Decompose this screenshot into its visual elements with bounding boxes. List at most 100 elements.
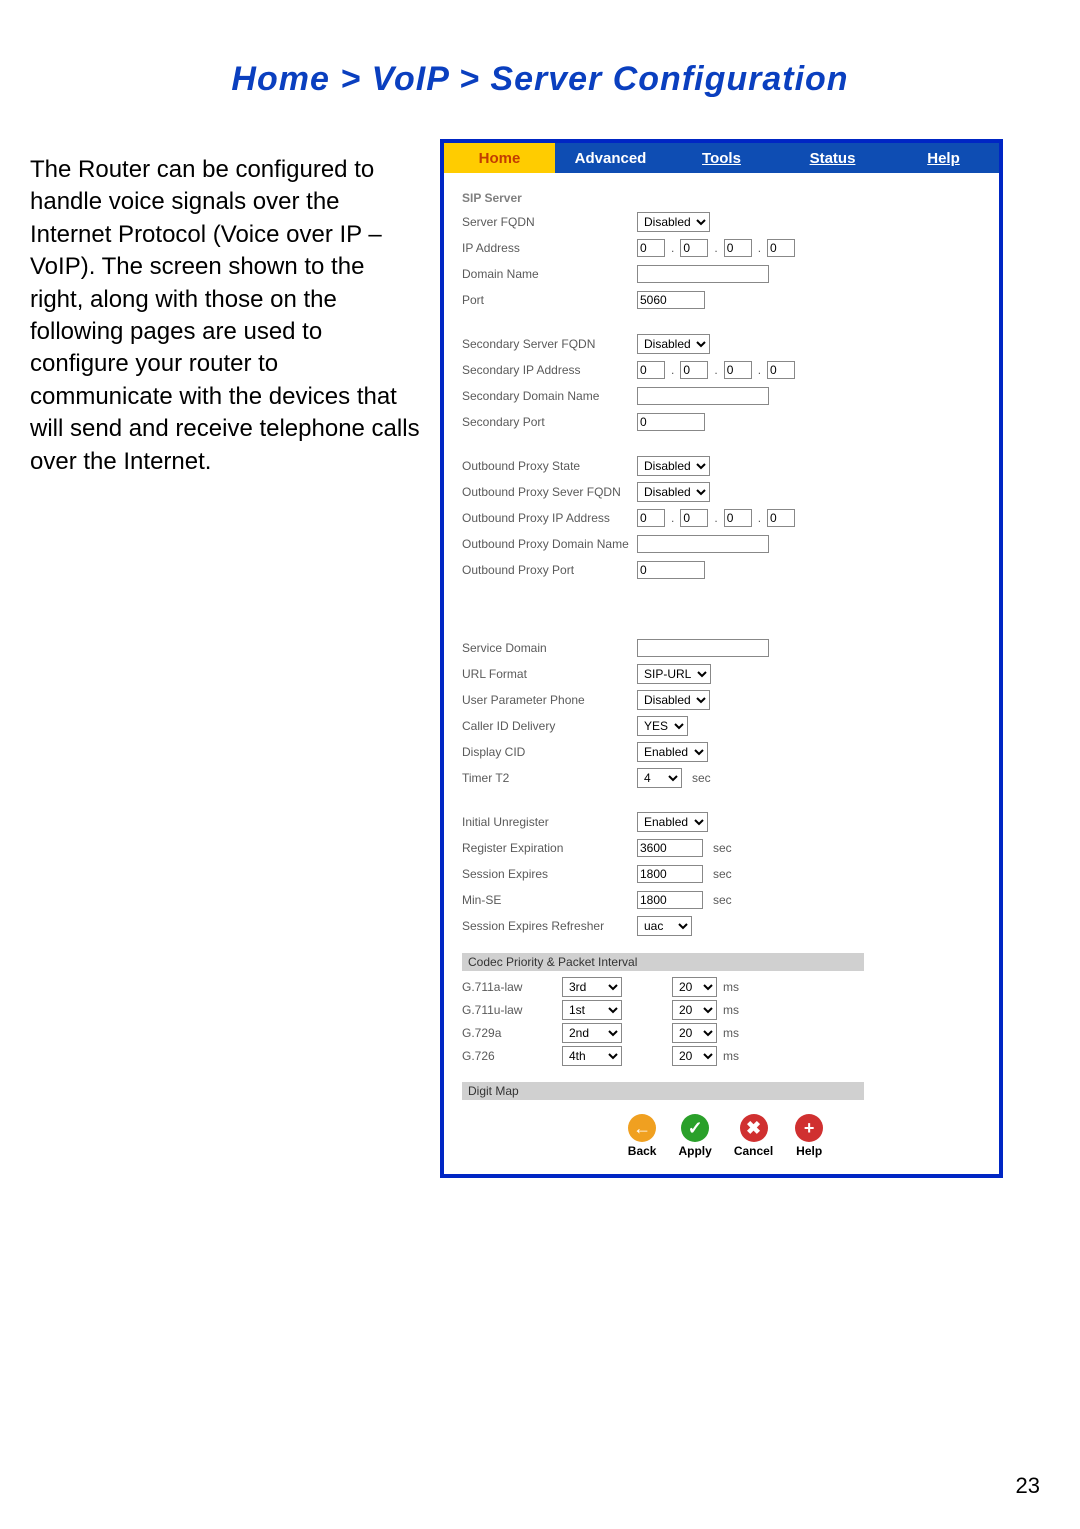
codec-name: G.711u-law <box>462 1003 562 1017</box>
back-label: Back <box>628 1144 657 1158</box>
port-label: Port <box>462 293 637 307</box>
codec-prio-select[interactable]: 1st <box>562 1000 622 1020</box>
help-button[interactable]: + Help <box>795 1114 823 1158</box>
tab-advanced[interactable]: Advanced <box>555 143 666 173</box>
codec-prio-select[interactable]: 3rd <box>562 977 622 997</box>
ob-port-input[interactable] <box>637 561 705 579</box>
codec-row: G.711a-law 3rd 20ms <box>462 977 989 997</box>
sess-exp-label: Session Expires <box>462 867 637 881</box>
codec-header: Codec Priority & Packet Interval <box>462 953 864 971</box>
codec-int-select[interactable]: 20 <box>672 977 717 997</box>
sess-exp-input[interactable] <box>637 865 703 883</box>
timer-t2-unit: sec <box>692 771 711 785</box>
ob-ip-octet-2[interactable] <box>680 509 708 527</box>
sec-ip-octet-3[interactable] <box>724 361 752 379</box>
ob-ip-octet-4[interactable] <box>767 509 795 527</box>
url-format-label: URL Format <box>462 667 637 681</box>
sec-ip-octet-4[interactable] <box>767 361 795 379</box>
sec-port-label: Secondary Port <box>462 415 637 429</box>
display-cid-label: Display CID <box>462 745 637 759</box>
codec-int-select[interactable]: 20 <box>672 1023 717 1043</box>
codec-int-select[interactable]: 20 <box>672 1000 717 1020</box>
tab-help[interactable]: Help <box>888 143 999 173</box>
refresher-select[interactable]: uac <box>637 916 692 936</box>
sec-port-input[interactable] <box>637 413 705 431</box>
ob-fqdn-label: Outbound Proxy Sever FQDN <box>462 485 637 499</box>
service-domain-input[interactable] <box>637 639 769 657</box>
ob-fqdn-select[interactable]: Disabled <box>637 482 710 502</box>
codec-prio-select[interactable]: 2nd <box>562 1023 622 1043</box>
domain-name-input[interactable] <box>637 265 769 283</box>
timer-t2-label: Timer T2 <box>462 771 637 785</box>
init-unreg-label: Initial Unregister <box>462 815 637 829</box>
tab-home[interactable]: Home <box>444 143 555 173</box>
sip-section-title: SIP Server <box>462 191 989 205</box>
service-domain-label: Service Domain <box>462 641 637 655</box>
ip-octet-4[interactable] <box>767 239 795 257</box>
sec-domain-label: Secondary Domain Name <box>462 389 637 403</box>
codec-prio-select[interactable]: 4th <box>562 1046 622 1066</box>
reg-exp-label: Register Expiration <box>462 841 637 855</box>
back-icon: ← <box>628 1114 656 1142</box>
help-label: Help <box>796 1144 822 1158</box>
apply-label: Apply <box>678 1144 711 1158</box>
user-param-select[interactable]: Disabled <box>637 690 710 710</box>
sec-ip-octet-2[interactable] <box>680 361 708 379</box>
cancel-icon: ✖ <box>740 1114 768 1142</box>
ip-address-label: IP Address <box>462 241 637 255</box>
ob-ip-octet-3[interactable] <box>724 509 752 527</box>
config-panel: Home Advanced Tools Status Help SIP Serv… <box>440 139 1003 1178</box>
minse-input[interactable] <box>637 891 703 909</box>
cancel-button[interactable]: ✖ Cancel <box>734 1114 773 1158</box>
codec-row: G.711u-law 1st 20 ms <box>462 1000 989 1020</box>
cancel-label: Cancel <box>734 1144 773 1158</box>
cid-delivery-select[interactable]: YES <box>637 716 688 736</box>
digit-map-header: Digit Map <box>462 1082 864 1100</box>
ob-port-label: Outbound Proxy Port <box>462 563 637 577</box>
page-number: 23 <box>1016 1473 1040 1499</box>
ob-state-label: Outbound Proxy State <box>462 459 637 473</box>
server-fqdn-label: Server FQDN <box>462 215 637 229</box>
codec-row: G.726 4th 20ms <box>462 1046 989 1066</box>
port-input[interactable] <box>637 291 705 309</box>
codec-unit: ms <box>723 1026 739 1040</box>
apply-button[interactable]: ✓ Apply <box>678 1114 711 1158</box>
sec-fqdn-label: Secondary Server FQDN <box>462 337 637 351</box>
user-param-label: User Parameter Phone <box>462 693 637 707</box>
minse-unit: sec <box>713 893 732 907</box>
ip-octet-1[interactable] <box>637 239 665 257</box>
reg-exp-input[interactable] <box>637 839 703 857</box>
plus-icon: + <box>795 1114 823 1142</box>
domain-name-label: Domain Name <box>462 267 637 281</box>
url-format-select[interactable]: SIP-URL <box>637 664 711 684</box>
server-fqdn-select[interactable]: Disabled <box>637 212 710 232</box>
ip-octet-3[interactable] <box>724 239 752 257</box>
ob-domain-label: Outbound Proxy Domain Name <box>462 537 637 551</box>
page-title: Home > VoIP > Server Configuration <box>30 60 1050 99</box>
codec-int-select[interactable]: 20 <box>672 1046 717 1066</box>
sec-fqdn-select[interactable]: Disabled <box>637 334 710 354</box>
check-icon: ✓ <box>681 1114 709 1142</box>
reg-exp-unit: sec <box>713 841 732 855</box>
back-button[interactable]: ← Back <box>628 1114 657 1158</box>
sec-ip-label: Secondary IP Address <box>462 363 637 377</box>
tab-bar: Home Advanced Tools Status Help <box>444 143 999 173</box>
timer-t2-select[interactable]: 4 <box>637 768 682 788</box>
sec-ip-octet-1[interactable] <box>637 361 665 379</box>
ob-domain-input[interactable] <box>637 535 769 553</box>
ob-state-select[interactable]: Disabled <box>637 456 710 476</box>
init-unreg-select[interactable]: Enabled <box>637 812 708 832</box>
display-cid-select[interactable]: Enabled <box>637 742 708 762</box>
sess-exp-unit: sec <box>713 867 732 881</box>
tab-status[interactable]: Status <box>777 143 888 173</box>
ob-ip-octet-1[interactable] <box>637 509 665 527</box>
codec-unit: ms <box>723 1003 739 1017</box>
codec-row: G.729a 2nd 20 ms <box>462 1023 989 1043</box>
codec-name: G.729a <box>462 1026 562 1040</box>
minse-label: Min-SE <box>462 893 637 907</box>
codec-name: G.711a-law <box>462 980 562 994</box>
sec-domain-input[interactable] <box>637 387 769 405</box>
tab-tools[interactable]: Tools <box>666 143 777 173</box>
ip-octet-2[interactable] <box>680 239 708 257</box>
cid-delivery-label: Caller ID Delivery <box>462 719 637 733</box>
